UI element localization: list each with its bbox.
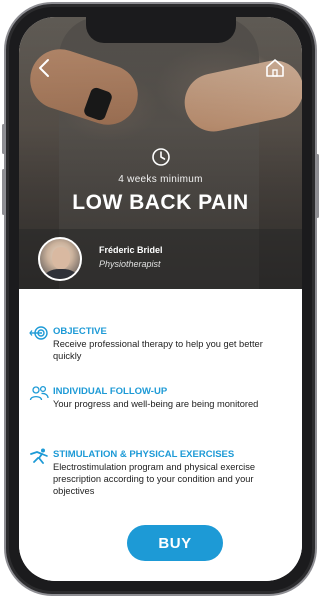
chevron-left-icon xyxy=(39,59,49,77)
notch xyxy=(86,17,236,43)
target-icon xyxy=(29,325,49,341)
back-button[interactable] xyxy=(31,55,57,81)
home-icon xyxy=(266,59,284,77)
side-button xyxy=(316,154,319,218)
app-screen: 4 weeks minimum LOW BACK PAIN Fréderic B… xyxy=(19,17,302,581)
feature-description: Receive professional therapy to help you… xyxy=(53,339,263,361)
expert-name: Fréderic Bridel xyxy=(99,245,163,255)
expert-bar[interactable]: Fréderic Bridel Physiotherapist xyxy=(19,229,302,289)
feature-title: INDIVIDUAL FOLLOW-UP xyxy=(53,386,168,397)
people-icon xyxy=(29,385,49,401)
page-title: LOW BACK PAIN xyxy=(72,191,249,214)
avatar xyxy=(38,237,82,281)
home-button[interactable] xyxy=(262,55,288,81)
feature-title: OBJECTIVE xyxy=(53,326,107,337)
side-button xyxy=(2,169,5,215)
feature-title: STIMULATION & PHYSICAL EXERCISES xyxy=(53,449,235,460)
buy-button[interactable]: BUY xyxy=(127,525,223,561)
duration: 4 weeks minimum xyxy=(19,147,302,185)
feature-description: Electrostimulation program and physical … xyxy=(53,462,256,496)
feature-description: Your progress and well-being are being m… xyxy=(53,399,259,409)
expert-role: Physiotherapist xyxy=(99,259,161,269)
program-details: OBJECTIVE Receive professional therapy t… xyxy=(19,289,302,581)
duration-text: 4 weeks minimum xyxy=(118,174,203,185)
phone-frame: 4 weeks minimum LOW BACK PAIN Fréderic B… xyxy=(2,2,319,596)
clock-icon xyxy=(151,147,171,172)
side-button xyxy=(2,124,5,154)
exercise-icon xyxy=(29,448,49,464)
